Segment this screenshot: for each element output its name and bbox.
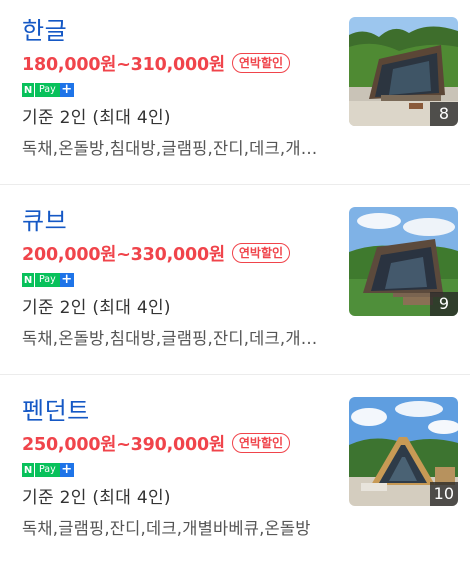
plus-icon: + (59, 272, 74, 287)
npay-pay-label: Pay (34, 463, 60, 477)
listing-thumbnail[interactable]: 10 (349, 397, 458, 506)
listing-thumbnail[interactable]: 8 (349, 17, 458, 126)
price-range: 250,000원~390,000원 (22, 434, 225, 455)
amenity-tags: 독채,온돌방,침대방,글램핑,잔디,데크,개별바베큐 (22, 139, 327, 158)
amenity-tags: 독채,글램핑,잔디,데크,개별바베큐,온돌방 (22, 519, 311, 538)
plus-icon: + (59, 82, 74, 97)
capacity-text: 기준 2인 (최대 4인) (22, 298, 171, 318)
npay-pay-label: Pay (34, 83, 60, 97)
amenity-tags: 독채,온돌방,침대방,글램핑,잔디,데크,개별바베큐 (22, 329, 327, 348)
list-item[interactable]: 한글 180,000원~310,000원 연박할인 N Pay + 기준 2인 … (0, 0, 470, 185)
listing-list: 한글 180,000원~310,000원 연박할인 N Pay + 기준 2인 … (0, 0, 470, 562)
listing-info: 한글 180,000원~310,000원 연박할인 N Pay + 기준 2인 … (22, 14, 340, 161)
discount-badge: 연박할인 (231, 53, 291, 73)
list-item[interactable]: 큐브 200,000원~330,000원 연박할인 N Pay + 기준 2인 … (0, 185, 470, 375)
listing-name[interactable]: 큐브 (22, 204, 340, 238)
photo-count: 8 (430, 102, 458, 126)
price-row: 250,000원~390,000원 연박할인 (22, 430, 340, 456)
npay-plus-icon: N Pay + (22, 273, 340, 287)
price-row: 180,000원~310,000원 연박할인 (22, 50, 340, 76)
npay-plus-icon: N Pay + (22, 83, 340, 97)
npay-n-icon: N (22, 273, 34, 287)
listing-info: 큐브 200,000원~330,000원 연박할인 N Pay + 기준 2인 … (22, 204, 340, 351)
listing-info: 펜던트 250,000원~390,000원 연박할인 N Pay + 기준 2인… (22, 394, 340, 541)
capacity-text: 기준 2인 (최대 4인) (22, 108, 171, 128)
photo-count: 9 (430, 292, 458, 316)
npay-pay-label: Pay (34, 273, 60, 287)
npay-n-icon: N (22, 463, 34, 477)
photo-count: 10 (429, 482, 458, 506)
discount-badge: 연박할인 (231, 243, 291, 263)
list-item[interactable]: 펜던트 250,000원~390,000원 연박할인 N Pay + 기준 2인… (0, 375, 470, 562)
price-range: 180,000원~310,000원 (22, 54, 225, 75)
npay-plus-icon: N Pay + (22, 463, 340, 477)
price-range: 200,000원~330,000원 (22, 244, 225, 265)
npay-n-icon: N (22, 83, 34, 97)
discount-badge: 연박할인 (231, 433, 291, 453)
plus-icon: + (59, 462, 74, 477)
price-row: 200,000원~330,000원 연박할인 (22, 240, 340, 266)
listing-name[interactable]: 펜던트 (22, 394, 340, 428)
capacity-text: 기준 2인 (최대 4인) (22, 488, 171, 508)
listing-thumbnail[interactable]: 9 (349, 207, 458, 316)
listing-name[interactable]: 한글 (22, 14, 340, 48)
